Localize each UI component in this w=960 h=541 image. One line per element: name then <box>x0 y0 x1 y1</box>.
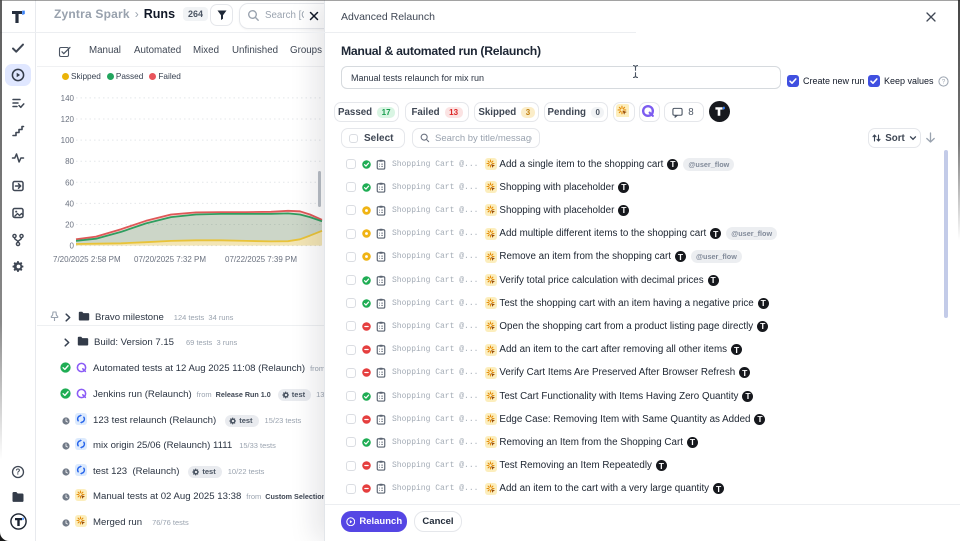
svg-text:?: ? <box>941 78 945 85</box>
svg-text:60: 60 <box>65 178 74 187</box>
svg-text:0: 0 <box>70 242 75 251</box>
svg-text:140: 140 <box>61 94 75 103</box>
svg-text:7/20/2025 2:58 PM: 7/20/2025 2:58 PM <box>53 255 121 264</box>
svg-text:20: 20 <box>65 221 74 230</box>
svg-text:80: 80 <box>65 157 74 166</box>
svg-text:100: 100 <box>61 136 75 145</box>
svg-text:07/22/2025 7:39 PM: 07/22/2025 7:39 PM <box>225 255 297 264</box>
svg-text:40: 40 <box>65 199 74 208</box>
svg-text:?: ? <box>16 468 21 477</box>
svg-text:07/20/2025 7:32 PM: 07/20/2025 7:32 PM <box>134 255 206 264</box>
svg-text:120: 120 <box>61 115 75 124</box>
